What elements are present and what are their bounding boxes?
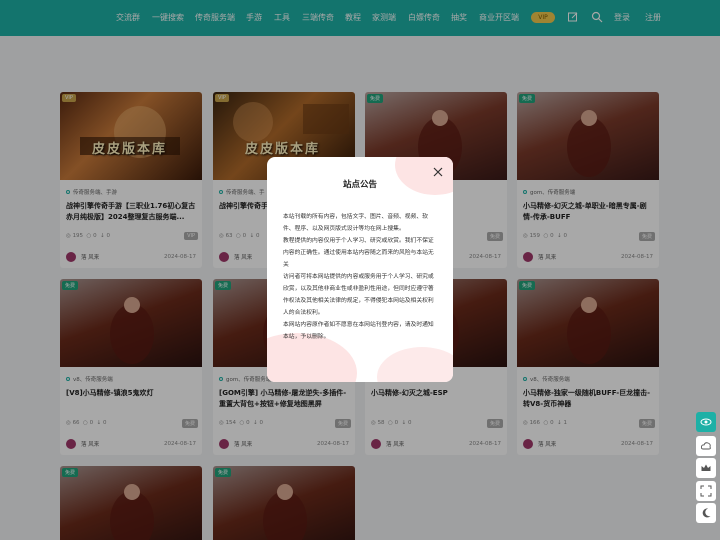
crown-icon: [701, 464, 711, 471]
cloud-button[interactable]: [696, 436, 716, 456]
modal-paragraph: 访问者可将本网站提供的内容或服务用于个人学习、研究或欣赏，以及其他非商业性或非盈…: [283, 274, 434, 316]
close-icon[interactable]: [432, 166, 444, 178]
modal-paragraph: 本站刊载的所有内容，包括文字、图片、音频、视频、软件、程序、以及网页版式设计等均…: [283, 214, 428, 232]
eye-icon: [700, 418, 712, 426]
modal-paragraph: 本网站内容原作者如不愿意在本网站刊登内容，请及时通知本站，予以删除。: [283, 322, 434, 340]
modal-decoration: [377, 347, 453, 382]
modal-paragraph: 教程提供的内容仅用于个人学习、研究或欣赏。我们不保证内容的正确性。通过使用本站内…: [283, 238, 434, 268]
eye-button[interactable]: [696, 412, 716, 432]
dark-mode-button[interactable]: [696, 503, 716, 523]
crown-button[interactable]: [696, 458, 716, 478]
moon-icon: [702, 508, 711, 518]
cloud-icon: [700, 442, 711, 450]
fullscreen-icon: [700, 485, 712, 497]
modal-body: 本站刊载的所有内容，包括文字、图片、音频、视频、软件、程序、以及网页版式设计等均…: [283, 211, 439, 343]
announcement-modal: 站点公告 本站刊载的所有内容，包括文字、图片、音频、视频、软件、程序、以及网页版…: [267, 157, 453, 382]
modal-title: 站点公告: [342, 180, 377, 190]
fullscreen-button[interactable]: [696, 481, 716, 501]
